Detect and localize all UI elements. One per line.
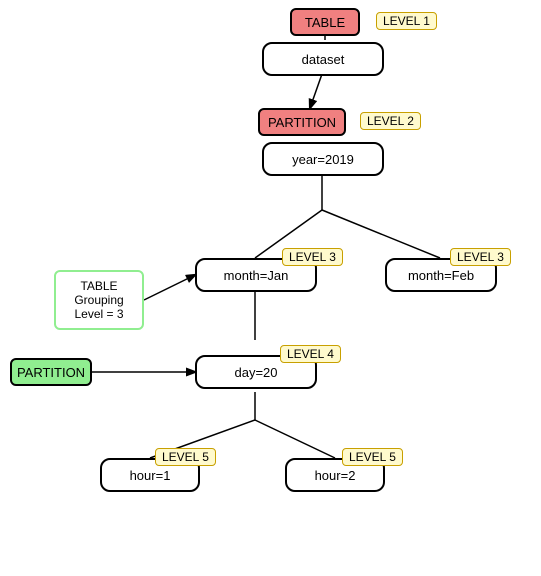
diagram: TABLE LEVEL 1 dataset PARTITION LEVEL 2 … bbox=[0, 0, 541, 576]
level5-badge-h1: LEVEL 5 bbox=[155, 448, 216, 466]
partition-green-node: PARTITION bbox=[10, 358, 92, 386]
level5-badge-h2: LEVEL 5 bbox=[342, 448, 403, 466]
year-node: year=2019 bbox=[262, 142, 384, 176]
level4-badge: LEVEL 4 bbox=[280, 345, 341, 363]
table-grouping-box: TABLE Grouping Level = 3 bbox=[54, 270, 144, 330]
level3-badge-jan: LEVEL 3 bbox=[282, 248, 343, 266]
level3-badge-feb: LEVEL 3 bbox=[450, 248, 511, 266]
table-node: TABLE bbox=[290, 8, 360, 36]
dataset-node: dataset bbox=[262, 42, 384, 76]
partition-node: PARTITION bbox=[258, 108, 346, 136]
level2-badge: LEVEL 2 bbox=[360, 112, 421, 130]
level1-badge: LEVEL 1 bbox=[376, 12, 437, 30]
